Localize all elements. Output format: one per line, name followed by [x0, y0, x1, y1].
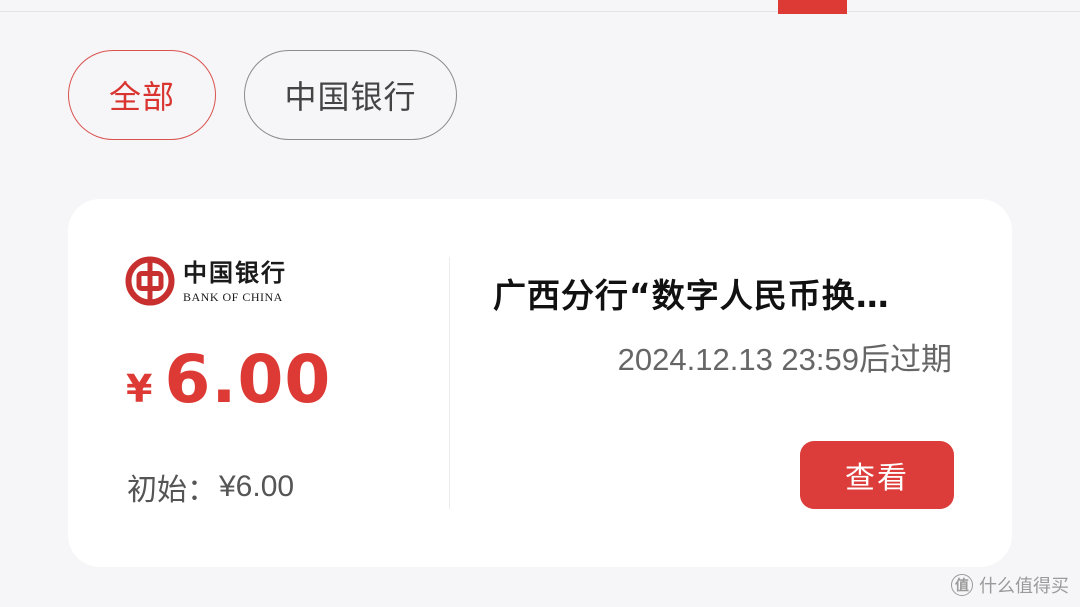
top-divider	[0, 11, 1080, 12]
bank-logo: 中国银行 BANK OF CHINA	[125, 256, 287, 306]
card-divider	[449, 257, 450, 509]
watermark: 值 什么值得买	[951, 572, 1069, 598]
view-button[interactable]: 查看	[800, 441, 954, 509]
coupon-title: 广西分行“数字人民币换…	[493, 276, 890, 315]
amount-value: 6.00	[164, 341, 332, 418]
active-tab-indicator	[778, 0, 847, 14]
smzdm-logo-icon: 值	[951, 574, 973, 596]
currency-symbol: ¥	[126, 367, 153, 411]
filter-chip-all-label: 全部	[108, 78, 175, 116]
filter-chip-bank-label: 中国银行	[284, 78, 417, 116]
coupon-card[interactable]: 中国银行 BANK OF CHINA ¥ 6.00 初始： ¥6.00 广西分行…	[68, 199, 1012, 567]
bank-logo-en-text: BANK OF CHINA	[183, 289, 283, 304]
view-button-label: 查看	[845, 461, 909, 496]
bank-logo-cn-text: 中国银行	[183, 257, 287, 287]
watermark-text: 什么值得买	[979, 576, 1069, 597]
initial-value: ¥6.00	[219, 470, 295, 503]
filter-chip-bank-of-china[interactable]: 中国银行	[244, 50, 457, 140]
balance-amount: ¥ 6.00	[126, 341, 331, 418]
bank-of-china-logo-icon	[125, 256, 175, 306]
expiry-text: 2024.12.13 23:59后过期	[617, 342, 952, 377]
initial-label: 初始：	[127, 474, 217, 507]
filter-chip-all[interactable]: 全部	[68, 50, 216, 140]
initial-amount: 初始： ¥6.00	[127, 465, 294, 509]
